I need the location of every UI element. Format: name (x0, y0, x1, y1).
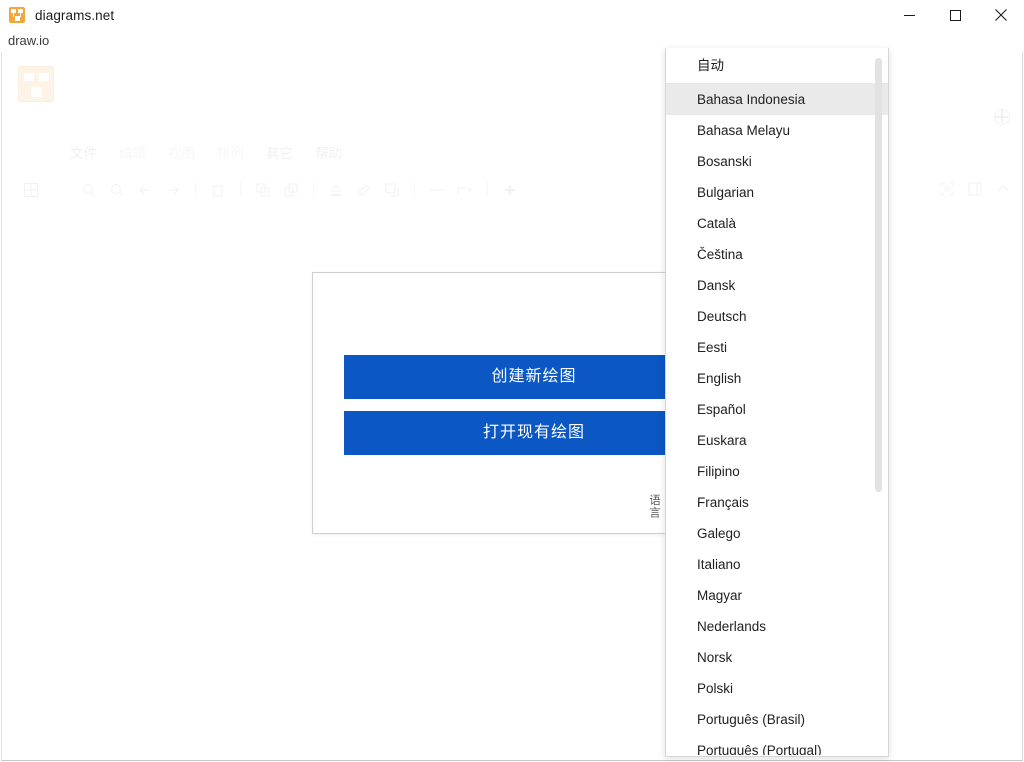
language-option-bahasa-melayu[interactable]: Bahasa Melayu (666, 115, 888, 146)
language-option-polski[interactable]: Polski (666, 673, 888, 704)
undo-icon[interactable] (134, 179, 156, 201)
menu-bar: 文件 编辑 视图 排列 其它 帮助 (70, 142, 342, 162)
redo-icon[interactable] (162, 179, 184, 201)
format-panel-icon[interactable] (964, 178, 986, 200)
language-label[interactable]: 语言 (647, 494, 660, 519)
to-back-icon[interactable] (280, 179, 302, 201)
delete-icon[interactable] (207, 179, 229, 201)
language-list: 自动 Bahasa Indonesia Bahasa Melayu Bosans… (666, 48, 888, 755)
to-front-icon[interactable] (252, 179, 274, 201)
toolbar-divider (487, 182, 488, 198)
language-option-bosanski[interactable]: Bosanski (666, 146, 888, 177)
language-option-deutsch[interactable]: Deutsch (666, 301, 888, 332)
main-toolbar (20, 178, 680, 202)
menu-item-file[interactable]: 文件 (70, 142, 97, 162)
window-controls (886, 0, 1024, 30)
language-option-bahasa-indonesia[interactable]: Bahasa Indonesia (666, 84, 888, 115)
language-option-dansk[interactable]: Dansk (666, 270, 888, 301)
menu-item-extras[interactable]: 其它 (266, 142, 293, 162)
title-bar: diagrams.net (0, 0, 1024, 30)
toolbar-divider (195, 182, 196, 198)
language-option-english[interactable]: English (666, 363, 888, 394)
language-option-italiano[interactable]: Italiano (666, 549, 888, 580)
language-option-catala[interactable]: Català (666, 208, 888, 239)
line-color-icon[interactable] (353, 179, 375, 201)
dropdown-scrollbar-track[interactable] (875, 52, 885, 752)
window-title: diagrams.net (35, 7, 115, 23)
language-dropdown: 自动 Bahasa Indonesia Bahasa Melayu Bosans… (665, 48, 889, 757)
close-button[interactable] (978, 0, 1024, 30)
application-window: diagrams.net draw.io 文件 编辑 视图 排列 其它 帮助 创… (0, 0, 1024, 762)
language-option-bulgarian[interactable]: Bulgarian (666, 177, 888, 208)
toolbar-divider (240, 182, 241, 198)
drawio-watermark-icon (18, 66, 54, 102)
collapse-icon[interactable] (992, 178, 1014, 200)
language-option-galego[interactable]: Galego (666, 518, 888, 549)
language-option-espanol[interactable]: Español (666, 394, 888, 425)
language-option-nederlands[interactable]: Nederlands (666, 611, 888, 642)
fill-color-icon[interactable] (325, 179, 347, 201)
welcome-dialog: 创建新绘图 打开现有绘图 语言 (312, 272, 724, 534)
minimize-button[interactable] (886, 0, 932, 30)
globe-icon[interactable] (994, 109, 1010, 125)
menu-item-help[interactable]: 帮助 (315, 142, 342, 162)
language-option-eesti[interactable]: Eesti (666, 332, 888, 363)
language-option-magyar[interactable]: Magyar (666, 580, 888, 611)
maximize-icon (949, 9, 961, 21)
language-option-filipino[interactable]: Filipino (666, 456, 888, 487)
minimize-icon (903, 14, 915, 16)
menu-item-edit[interactable]: 编辑 (119, 142, 146, 162)
menu-item-arrange[interactable]: 排列 (217, 142, 244, 162)
toolbar-divider (414, 182, 415, 198)
toolbar-divider (313, 182, 314, 198)
zoom-out-icon[interactable] (78, 179, 100, 201)
language-option-cestina[interactable]: Čeština (666, 239, 888, 270)
shadow-icon[interactable] (381, 179, 403, 201)
language-option-norsk[interactable]: Norsk (666, 642, 888, 673)
language-option-euskara[interactable]: Euskara (666, 425, 888, 456)
right-toolbar (936, 178, 1014, 200)
language-option-portugues-brasil[interactable]: Português (Brasil) (666, 704, 888, 735)
connection-icon[interactable] (454, 179, 476, 201)
app-subtitle: draw.io (8, 33, 50, 48)
waypoints-icon[interactable] (426, 179, 448, 201)
drawio-logo-icon (9, 7, 25, 23)
close-icon (995, 9, 1007, 21)
insert-icon[interactable] (499, 179, 521, 201)
language-option-francais[interactable]: Français (666, 487, 888, 518)
fullscreen-icon[interactable] (936, 178, 958, 200)
dropdown-scrollbar-thumb[interactable] (875, 58, 882, 492)
language-option-auto[interactable]: 自动 (666, 48, 888, 84)
zoom-in-icon[interactable] (106, 179, 128, 201)
maximize-button[interactable] (932, 0, 978, 30)
menu-item-view[interactable]: 视图 (168, 142, 195, 162)
language-option-portugues-portugal[interactable]: Português (Portugal) (666, 735, 888, 755)
shapes-panel-icon[interactable] (20, 179, 42, 201)
